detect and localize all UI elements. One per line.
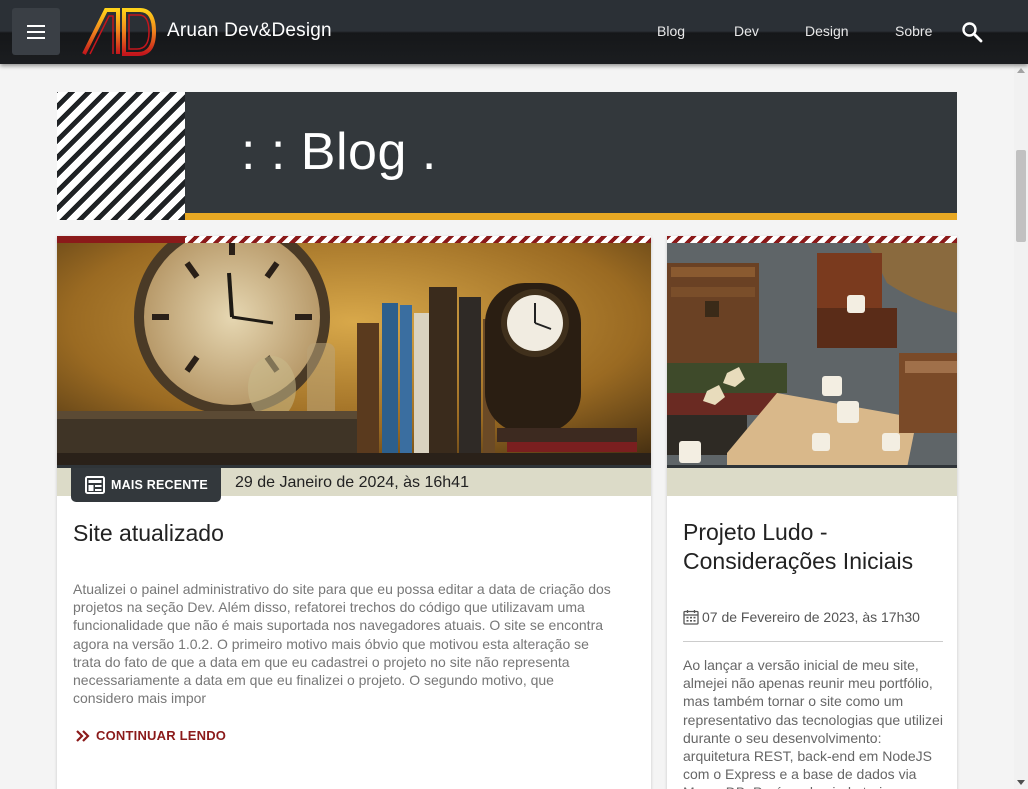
post-excerpt: Ao lançar a versão inicial de meu site, … — [683, 657, 943, 789]
brand-name[interactable]: Aruan Dev&Design — [167, 20, 332, 42]
post-date: 07 de Fevereiro de 2023, às 17h30 — [683, 609, 920, 625]
page-title: : : Blog . — [241, 123, 437, 181]
nav-blog[interactable]: Blog — [657, 23, 685, 39]
divider — [683, 641, 943, 642]
scroll-thumb[interactable] — [1016, 150, 1026, 242]
card-stripe-decoration — [667, 236, 957, 243]
post-title[interactable]: Projeto Ludo - Considerações Iniciais — [683, 518, 943, 576]
section-banner: : : Blog . — [185, 92, 957, 220]
nav-dev[interactable]: Dev — [734, 23, 759, 39]
post-info-strip — [667, 465, 957, 496]
post-image-clocks-books[interactable] — [57, 243, 651, 468]
hamburger-icon-line — [27, 36, 45, 39]
nav-design[interactable]: Design — [805, 23, 849, 39]
scroll-down-arrow-icon[interactable] — [1017, 780, 1025, 785]
post-excerpt: Atualizei o painel administrativo do sit… — [73, 581, 611, 707]
banner-stripes-decoration — [57, 92, 185, 220]
post-card-latest[interactable]: MAIS RECENTE 29 de Janeiro de 2024, às 1… — [57, 236, 651, 789]
search-icon[interactable] — [960, 20, 984, 44]
post-title[interactable]: Site atualizado — [73, 520, 224, 547]
card-stripe-solid — [57, 236, 185, 243]
page-scrollbar[interactable] — [1014, 64, 1028, 789]
badge-label: MAIS RECENTE — [111, 478, 208, 492]
newspaper-icon — [85, 476, 105, 494]
continue-reading-link[interactable]: CONTINUAR LENDO — [76, 728, 226, 743]
post-date-label: 07 de Fevereiro de 2023, às 17h30 — [702, 609, 920, 625]
hamburger-icon-line — [27, 30, 45, 33]
continue-reading-label: CONTINUAR LENDO — [96, 728, 227, 743]
scroll-up-arrow-icon[interactable] — [1017, 68, 1025, 73]
calendar-icon — [683, 610, 699, 625]
logo-icon[interactable] — [80, 6, 158, 58]
latest-badge: MAIS RECENTE — [71, 468, 221, 502]
menu-button[interactable] — [12, 8, 60, 55]
hamburger-icon — [27, 24, 45, 27]
top-app-bar: Aruan Dev&Design Blog Dev Design Sobre — [0, 0, 1028, 64]
post-image-ludo-board[interactable] — [667, 243, 957, 468]
nav-sobre[interactable]: Sobre — [895, 23, 932, 39]
post-date: 29 de Janeiro de 2024, às 16h41 — [235, 474, 469, 491]
double-chevron-right-icon — [76, 729, 90, 742]
post-card[interactable]: Projeto Ludo - Considerações Iniciais 07… — [667, 236, 957, 789]
